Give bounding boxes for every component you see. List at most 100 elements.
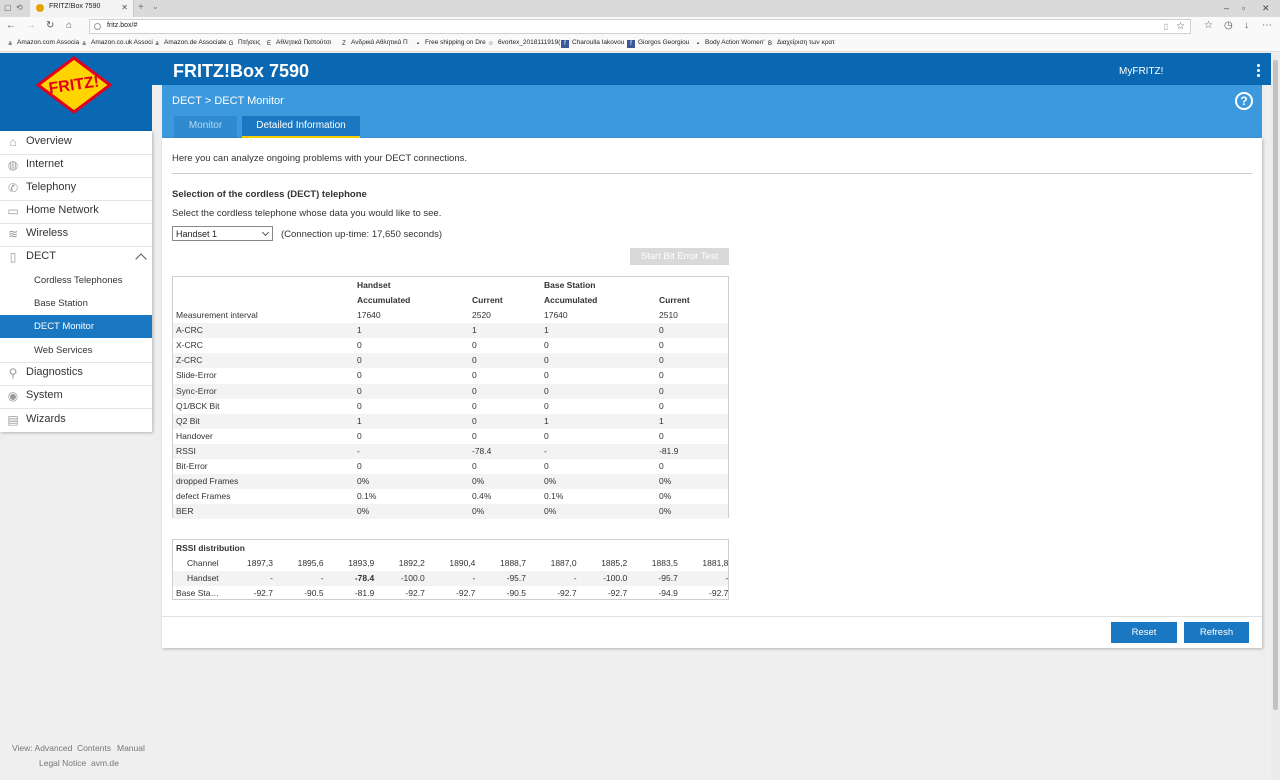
reload-icon[interactable]: ↻ — [46, 20, 54, 31]
bookmark-item[interactable]: B Διαχείριση των κρατ — [766, 39, 835, 48]
download-icon[interactable]: ↓ — [1244, 20, 1249, 31]
contents-link[interactable]: Contents — [77, 743, 111, 753]
fritz-logo[interactable]: FRITZ! — [36, 56, 112, 114]
back-icon[interactable]: ← — [6, 20, 16, 31]
base-accumulated: 0 — [544, 355, 549, 366]
bookmark-item[interactable]: a Amazon.com Associa — [6, 39, 79, 48]
minimize-icon[interactable]: – — [1224, 3, 1229, 13]
bookmark-label: Amazon.co.uk Associ — [91, 39, 153, 46]
bookmark-label: Ανδρικά Αθλητικά Π — [351, 39, 408, 46]
bookmark-item[interactable]: ☆ 6vortex_2018111919( — [487, 39, 560, 48]
base-current: 0 — [659, 325, 664, 336]
close-tab-icon[interactable]: ✕ — [121, 3, 128, 12]
sidebar-item-diagnostics[interactable]: ⚲ Diagnostics — [0, 362, 152, 385]
rssi-base-station-row: Base Sta… -92.7 -90.5 -81.9 -92.7 -92.7 -90.5 -… — [173, 586, 728, 601]
rssi-cell: 1897,3 — [247, 558, 273, 568]
base-current: 0 — [659, 370, 664, 381]
sidebar-item-dect[interactable]: ▯ DECT — [0, 246, 152, 269]
menu-kebab-icon[interactable] — [1252, 64, 1264, 78]
bookmark-item[interactable]: Ε Αθλητικά Παπούτσι — [265, 39, 331, 48]
view-advanced-link[interactable]: View: Advanced — [12, 743, 72, 753]
dect-statistics-table: Handset Base Station Accumulated Current… — [172, 276, 729, 520]
bookmark-item[interactable]: ▪ Free shipping on Dre — [414, 39, 486, 48]
table-row: Sync-Error 0 0 0 0 — [173, 383, 728, 399]
base-accumulated: 17640 — [544, 310, 568, 320]
divider — [172, 173, 1252, 174]
manual-link[interactable]: Manual — [117, 743, 145, 753]
google-icon: G — [228, 41, 234, 47]
reset-button[interactable]: Reset — [1111, 622, 1177, 643]
tab-detailed-information[interactable]: Detailed Information — [242, 116, 360, 138]
browser-tab[interactable]: FRITZ!Box 7590 ✕ — [30, 0, 134, 17]
maximize-icon[interactable]: ▫ — [1242, 3, 1245, 13]
handset-current: 0 — [472, 385, 477, 396]
handset-select[interactable]: Handset 1 — [172, 226, 273, 241]
rssi-cell: 1883,5 — [651, 558, 678, 568]
intro-text: Here you can analyze ongoing problems wi… — [172, 153, 468, 164]
row-label: Sync-Error — [176, 385, 217, 396]
row-label: Q2 Bit — [176, 415, 200, 426]
favorite-star-icon[interactable]: ☆ — [1176, 21, 1185, 32]
legal-notice-link[interactable]: Legal Notice — [39, 758, 86, 768]
favorites-icon[interactable]: ☆ — [1204, 20, 1213, 31]
bookmark-item[interactable]: f Giorgos Georgiou — [627, 39, 689, 48]
sidebar-item-system[interactable]: ◉ System — [0, 385, 152, 408]
handset-current: 0.4% — [472, 491, 492, 502]
sidebar-subitem-cordless-telephones[interactable]: Cordless Telephones — [0, 269, 152, 292]
more-icon[interactable]: ⋯ — [1262, 20, 1272, 31]
myfritz-link[interactable]: MyFRITZ! — [1119, 66, 1163, 77]
history-icon[interactable]: ◷ — [1224, 20, 1233, 31]
table-row: defect Frames 0.1% 0.4% 0.1% 0% — [173, 489, 728, 504]
tab-monitor[interactable]: Monitor — [174, 116, 237, 138]
scrollbar-thumb[interactable] — [1273, 60, 1278, 710]
sidebar-item-home-network[interactable]: ▭ Home Network — [0, 200, 152, 223]
row-label: Handover — [176, 430, 213, 441]
row-label: Measurement interval — [176, 310, 258, 320]
new-tab-icon[interactable]: + — [138, 2, 144, 13]
avm-link[interactable]: avm.de — [91, 758, 119, 768]
refresh-button[interactable]: Refresh — [1184, 622, 1249, 643]
amazon-icon: a — [8, 41, 12, 47]
sidebar-item-label: Telephony — [26, 181, 77, 193]
home-icon[interactable]: ⌂ — [66, 20, 72, 31]
start-bit-error-test-button[interactable]: Start Bit Error Test — [630, 248, 729, 265]
row-label: Z-CRC — [176, 355, 203, 366]
close-window-icon[interactable]: ✕ — [1262, 3, 1270, 14]
sidebar-item-wireless[interactable]: ≋ Wireless — [0, 223, 152, 246]
tab-list-chevron-icon[interactable]: ⌄ — [152, 2, 159, 11]
bookmark-item[interactable]: Z Ανδρικά Αθλητικά Π — [340, 39, 408, 48]
column-group-base-station: Base Station — [544, 280, 596, 290]
base-accumulated: 0 — [544, 385, 549, 396]
base-current: 0 — [659, 461, 664, 471]
reading-view-icon[interactable]: ▯ — [1164, 22, 1168, 31]
rssi-cell: 1888,7 — [500, 558, 526, 568]
bookmark-item[interactable]: f Charoulla Iakovou — [561, 39, 624, 48]
fritz-favicon-icon — [36, 4, 44, 12]
bookmark-item[interactable]: a Amazon.de Associate — [153, 39, 226, 48]
sidebar-subitem-dect-monitor[interactable]: DECT Monitor — [0, 315, 152, 338]
base-current: -81.9 — [659, 445, 679, 456]
help-icon[interactable]: ? — [1235, 92, 1253, 110]
bookmark-item[interactable]: a Amazon.co.uk Associ — [80, 39, 153, 48]
base-current: 0 — [659, 355, 664, 366]
rssi-row-label: Handset — [187, 573, 219, 583]
sidebar-subitem-web-services[interactable]: Web Services — [0, 339, 152, 362]
bookmark-item[interactable]: G Πτήσεις — [227, 39, 261, 48]
breadcrumb-dect[interactable]: DECT — [172, 95, 202, 107]
sidebar-subitem-base-station[interactable]: Base Station — [0, 292, 152, 315]
table-row: A-CRC 1 1 1 0 — [173, 323, 728, 339]
url-field[interactable]: fritz.box/# ▯ ☆ — [89, 19, 1191, 34]
sidebar-item-overview[interactable]: ⌂ Overview — [0, 131, 152, 154]
tab-actions-icon[interactable]: ▢ — [4, 3, 14, 13]
bookmark-item[interactable]: ▪ Body Action Women' — [694, 39, 765, 48]
bookmark-label: Body Action Women' — [705, 39, 765, 46]
sidebar-item-telephony[interactable]: ✆ Telephony — [0, 177, 152, 200]
forward-icon[interactable]: → — [26, 20, 36, 31]
bookmark-label: Amazon.com Associa — [17, 39, 80, 46]
sidebar-item-wizards[interactable]: ▤ Wizards — [0, 409, 152, 432]
tab-back-icon[interactable]: ⟲ — [16, 3, 26, 13]
facebook-icon: f — [627, 40, 635, 48]
zalando-icon: Z — [342, 41, 346, 47]
sidebar-item-internet[interactable]: ◍ Internet — [0, 154, 152, 177]
table-row: Q1/BCK Bit 0 0 0 0 — [173, 399, 728, 414]
